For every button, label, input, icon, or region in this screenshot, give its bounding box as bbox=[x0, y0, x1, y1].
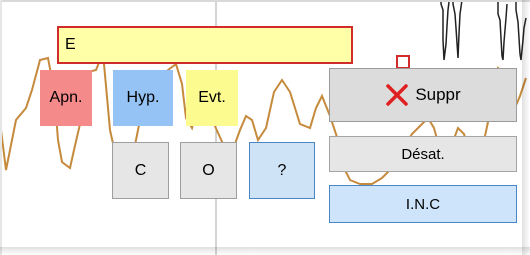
inc-button[interactable]: I.N.C bbox=[329, 185, 517, 223]
event-button-label: Evt. bbox=[198, 89, 226, 106]
desaturation-button-label: Désat. bbox=[401, 145, 445, 163]
delete-button[interactable]: Suppr bbox=[329, 68, 517, 122]
central-type-button[interactable]: C bbox=[112, 142, 169, 199]
hypopnea-button[interactable]: Hyp. bbox=[113, 70, 173, 126]
window-top-border bbox=[0, 0, 530, 2]
apnea-button[interactable]: Apn. bbox=[40, 70, 92, 126]
obstructive-type-label: O bbox=[202, 161, 215, 179]
spike-trace-3 bbox=[497, 0, 508, 61]
annotation-field[interactable] bbox=[57, 26, 410, 87]
inc-button-label: I.N.C bbox=[405, 195, 441, 213]
unknown-type-button[interactable]: ? bbox=[249, 142, 315, 199]
spike-trace-2 bbox=[452, 0, 463, 59]
red-x-icon bbox=[386, 84, 409, 106]
window-shadow-bottom bbox=[0, 247, 530, 255]
window-left-border bbox=[0, 0, 2, 255]
window-shadow-right bbox=[522, 0, 530, 255]
apnea-button-label: Apn. bbox=[49, 89, 83, 106]
central-type-label: C bbox=[134, 161, 147, 179]
desaturation-button[interactable]: Désat. bbox=[329, 136, 517, 172]
event-button[interactable]: Evt. bbox=[186, 70, 238, 126]
unknown-type-label: ? bbox=[277, 161, 287, 179]
spike-trace-1 bbox=[440, 0, 450, 61]
red-outline-square-icon[interactable] bbox=[396, 55, 410, 69]
annotation-text-input[interactable] bbox=[65, 35, 330, 55]
hypopnea-button-label: Hyp. bbox=[126, 89, 160, 106]
delete-button-label: Suppr bbox=[415, 85, 461, 104]
obstructive-type-button[interactable]: O bbox=[180, 142, 237, 199]
